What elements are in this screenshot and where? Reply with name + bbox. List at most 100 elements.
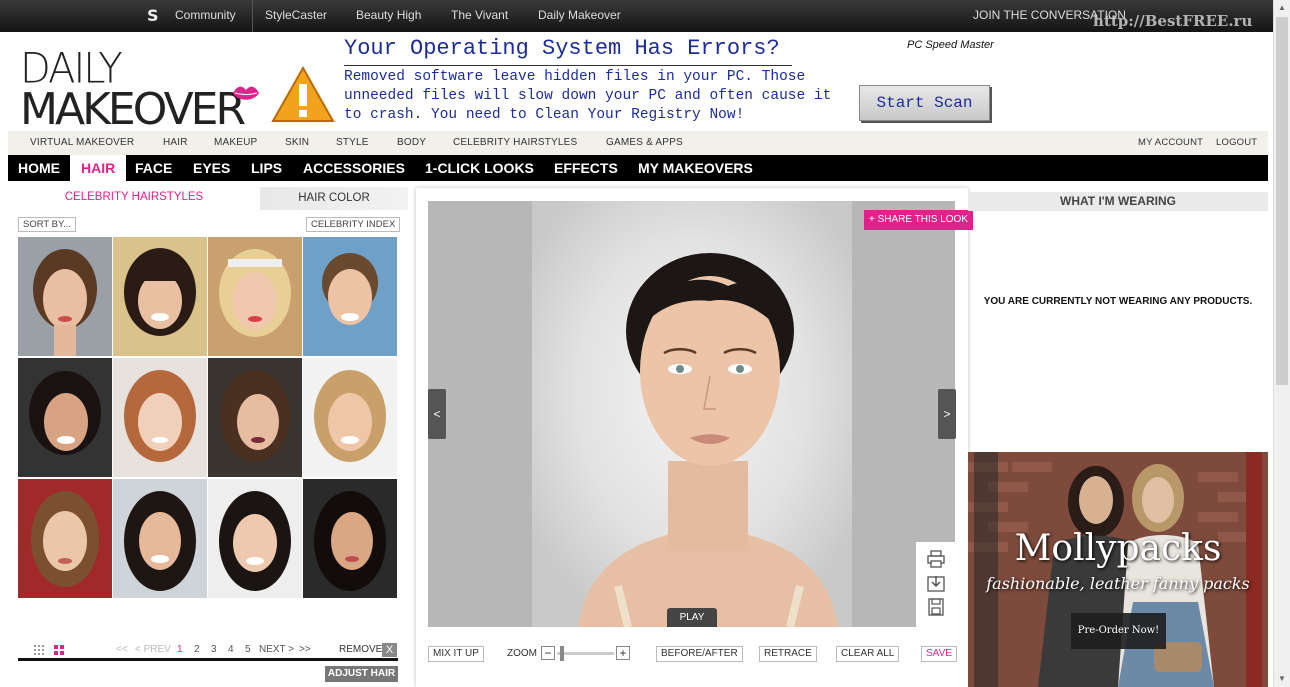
save-button[interactable]: SAVE (921, 646, 957, 662)
hairstyle-thumbnail[interactable] (113, 358, 207, 477)
zoom-slider-track[interactable] (557, 652, 614, 655)
pager-first[interactable]: << (116, 644, 128, 655)
nav-eyes[interactable]: EYES (193, 155, 230, 181)
pager-page-4[interactable]: 4 (228, 644, 234, 655)
pager-page-3[interactable]: 3 (211, 644, 217, 655)
zoom-out-button[interactable]: − (541, 646, 555, 660)
pager-next[interactable]: NEXT > (259, 644, 294, 655)
mollypacks-ad[interactable]: Mollypacks fashionable, leather fanny pa… (968, 452, 1268, 687)
nav-accessories[interactable]: ACCESSORIES (303, 155, 405, 181)
remove-close-icon[interactable]: X (382, 643, 397, 657)
subnav-hair[interactable]: HAIR (163, 137, 188, 148)
pager-prev[interactable]: < PREV (135, 644, 171, 655)
stylecaster-logo-icon[interactable]: S (147, 6, 165, 25)
subnav-body[interactable]: BODY (397, 137, 426, 148)
ad-body-text[interactable]: Removed software leave hidden files in y… (344, 68, 854, 125)
my-account-link[interactable]: MY ACCOUNT (1138, 137, 1203, 148)
subnav-virtual-makeover[interactable]: VIRTUAL MAKEOVER (30, 137, 134, 148)
topbar-link-beauty-high[interactable]: Beauty High (356, 8, 421, 22)
model-photo[interactable] (428, 201, 955, 627)
secondary-nav: VIRTUAL MAKEOVER HAIR MAKEUP SKIN STYLE … (8, 131, 1268, 155)
page-scrollbar[interactable]: ▲ ▼ (1273, 0, 1290, 687)
next-arrow[interactable]: > (938, 389, 956, 439)
hairstyle-thumbnail[interactable] (18, 237, 112, 356)
scrollbar-thumb[interactable] (1276, 17, 1288, 385)
subnav-skin[interactable]: SKIN (285, 137, 309, 148)
mollypacks-title: Mollypacks (1014, 528, 1222, 569)
print-icon[interactable] (926, 550, 946, 568)
model-portrait (428, 201, 955, 627)
hairstyle-browser: CELEBRITY HAIRSTYLES HAIR COLOR SORT BY.… (8, 185, 408, 687)
editor-controls: MIX IT UP ZOOM − + BEFORE/AFTER RETRACE … (428, 645, 957, 663)
zoom-label: ZOOM (507, 648, 537, 659)
grid-view-icon[interactable] (34, 645, 44, 655)
previous-arrow[interactable]: < (428, 389, 446, 439)
makeover-editor: < > + SHARE THIS LOOK PLAY MIX IT UP ZOO… (416, 188, 973, 687)
community-link[interactable]: Community (175, 8, 236, 22)
topbar-link-daily-makeover[interactable]: Daily Makeover (538, 8, 621, 22)
pager-divider (18, 658, 398, 661)
logo-line-2: MAKEOVER (20, 84, 246, 135)
celebrity-hairstyle-grid (18, 237, 398, 599)
empty-products-message: YOU ARE CURRENTLY NOT WEARING ANY PRODUC… (983, 296, 1253, 307)
download-icon[interactable] (926, 574, 946, 592)
nav-effects[interactable]: EFFECTS (554, 155, 618, 181)
nav-hair[interactable]: HAIR (70, 155, 127, 181)
logout-link[interactable]: LOGOUT (1216, 137, 1257, 148)
pager-page-2[interactable]: 2 (194, 644, 200, 655)
pre-order-button[interactable]: Pre-Order Now! (1071, 613, 1166, 649)
pager-page-5[interactable]: 5 (245, 644, 251, 655)
hairstyle-thumbnail[interactable] (303, 479, 397, 598)
celebrity-index-button[interactable]: CELEBRITY INDEX (306, 217, 401, 232)
subnav-celebrity-hairstyles[interactable]: CELEBRITY HAIRSTYLES (453, 137, 577, 148)
hairstyle-thumbnail[interactable] (303, 237, 397, 356)
what-im-wearing-panel: WHAT I'M WEARING YOU ARE CURRENTLY NOT W… (968, 192, 1268, 452)
hairstyle-thumbnail[interactable] (208, 358, 302, 477)
ad-title-underline (344, 65, 792, 66)
play-button[interactable]: PLAY (667, 608, 717, 627)
nav-lips[interactable]: LIPS (251, 155, 282, 181)
hairstyle-thumbnail[interactable] (18, 479, 112, 598)
daily-makeover-logo[interactable]: DAILY MAKEOVER (20, 45, 260, 135)
subnav-style[interactable]: STYLE (336, 137, 369, 148)
before-after-button[interactable]: BEFORE/AFTER (656, 646, 743, 662)
tab-celebrity-hairstyles[interactable]: CELEBRITY HAIRSTYLES (8, 185, 260, 210)
sort-by-dropdown[interactable]: SORT BY... (18, 217, 77, 232)
nav-face[interactable]: FACE (135, 155, 172, 181)
mix-it-up-button[interactable]: MIX IT UP (428, 646, 484, 662)
nav-home[interactable]: HOME (18, 155, 60, 181)
scroll-down-arrow-icon[interactable]: ▼ (1274, 671, 1290, 687)
subnav-makeup[interactable]: MAKEUP (214, 137, 257, 148)
warning-icon (271, 66, 335, 122)
large-grid-view-icon[interactable] (54, 645, 64, 655)
retrace-button[interactable]: RETRACE (759, 646, 817, 662)
subnav-games-apps[interactable]: GAMES & APPS (606, 137, 683, 148)
hairstyle-thumbnail[interactable] (18, 358, 112, 477)
hairstyle-thumbnail[interactable] (208, 237, 302, 356)
hairstyle-thumbnail[interactable] (113, 479, 207, 598)
wearing-header: WHAT I'M WEARING (968, 192, 1268, 211)
start-scan-button[interactable]: Start Scan (859, 85, 990, 121)
nav-1-click-looks[interactable]: 1-CLICK LOOKS (425, 155, 534, 181)
share-this-look-button[interactable]: + SHARE THIS LOOK (864, 210, 973, 230)
hairstyle-thumbnail[interactable] (208, 479, 302, 598)
zoom-slider-handle[interactable] (560, 646, 564, 661)
pager-page-1[interactable]: 1 (177, 644, 183, 655)
zoom-in-button[interactable]: + (616, 646, 630, 660)
photo-tools (916, 542, 956, 627)
clear-all-button[interactable]: CLEAR ALL (836, 646, 900, 662)
pager-last[interactable]: >> (299, 644, 311, 655)
hairstyle-thumbnail[interactable] (303, 358, 397, 477)
save-disk-icon[interactable] (926, 598, 946, 616)
main-nav: HOME HAIR FACE EYES LIPS ACCESSORIES 1-C… (8, 155, 1268, 181)
hairstyle-thumbnail[interactable] (113, 237, 207, 356)
ad-title[interactable]: Your Operating System Has Errors? (344, 36, 780, 61)
tab-hair-color[interactable]: HAIR COLOR (260, 187, 408, 210)
topbar-link-stylecaster[interactable]: StyleCaster (265, 8, 327, 22)
topbar-link-the-vivant[interactable]: The Vivant (451, 8, 508, 22)
topbar-divider (252, 0, 253, 32)
remove-label[interactable]: REMOVE (339, 644, 382, 655)
scroll-up-arrow-icon[interactable]: ▲ (1274, 0, 1290, 16)
nav-my-makeovers[interactable]: MY MAKEOVERS (638, 155, 753, 181)
adjust-hair-button[interactable]: ADJUST HAIR (325, 666, 398, 682)
